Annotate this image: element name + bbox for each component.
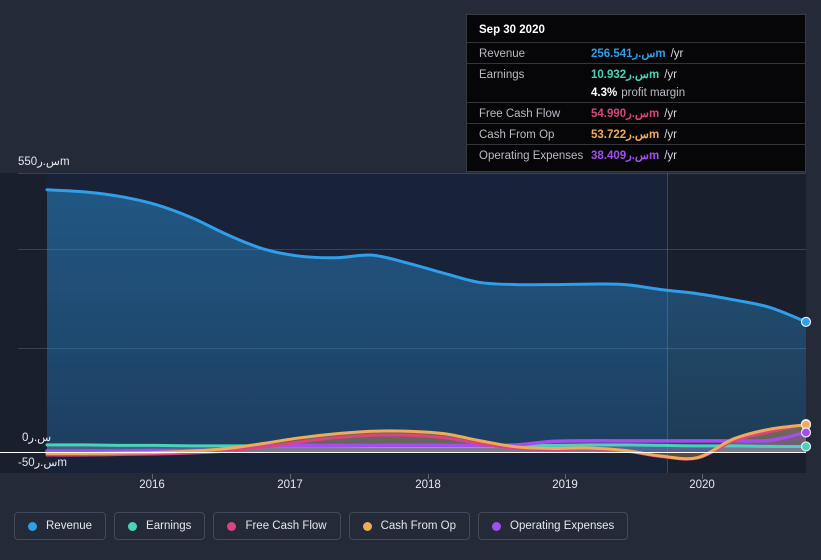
x-axis-label-2016: 2016	[139, 479, 165, 491]
tooltip-row: Operating Expenses 38.409س.رm/yr	[467, 144, 805, 165]
tooltip-row-label: Earnings	[479, 69, 525, 81]
legend-dot-icon	[28, 521, 37, 531]
legend-item-earnings[interactable]: Earnings	[114, 512, 206, 540]
tooltip-row-value: 10.932س.رm	[591, 69, 660, 81]
series-endpoint-markers	[800, 316, 812, 452]
tooltip-date: Sep 30 2020	[479, 24, 545, 36]
y-axis-label-top: 550س.رm	[18, 156, 70, 168]
legend-item-cash-from-op[interactable]: Cash From Op	[348, 512, 471, 540]
tooltip-row-label: Operating Expenses	[479, 150, 584, 162]
x-axis-label-2017: 2017	[277, 479, 303, 491]
tooltip-rows: Revenue 256.541س.رm/yr Earnings 10.932س.رm /…	[467, 42, 805, 165]
tooltip-row-label: Cash From Op	[479, 129, 555, 141]
tooltip-row-unit: /yr	[664, 69, 677, 81]
x-axis: 2016 2017 2018 2019 2020	[0, 474, 821, 500]
legend-item-label: Revenue	[46, 520, 93, 532]
chart-tooltip: Sep 30 2020 Revenue 256.541س.رm/yr Earning…	[466, 14, 806, 172]
tooltip-row-label: Revenue	[479, 48, 526, 60]
tooltip-row-submetric: 4.3% profit margin	[467, 84, 805, 102]
tooltip-row-value: 256.541س.رm	[591, 48, 666, 60]
tooltip-row: Free Cash Flow 54.990س.رm/yr	[467, 102, 805, 123]
chart-page: 550س.رm 0س.ر -50س.رm 2016 2017 2018 2019 202…	[0, 0, 821, 560]
endpoint-marker-earnings	[800, 441, 812, 452]
x-axis-label-2019: 2019	[552, 479, 578, 491]
legend-item-label: Free Cash Flow	[245, 520, 327, 532]
y-axis-label-zero: 0س.ر	[22, 432, 52, 444]
legend-item-label: Cash From Op	[380, 520, 457, 532]
tooltip-row-value: 38.409س.رm	[591, 150, 660, 162]
endpoint-marker-operating-expenses	[800, 427, 812, 438]
tooltip-row: Earnings 10.932س.رm/yr	[467, 63, 805, 84]
legend-dot-icon	[492, 521, 502, 531]
x-axis-label-2020: 2020	[689, 479, 715, 491]
legend-item-operating-expenses[interactable]: Operating Expenses	[478, 512, 629, 540]
tooltip-row-unit: /yr	[664, 129, 677, 141]
tooltip-row-label: Free Cash Flow	[479, 108, 561, 120]
tooltip-submetric-value: 4.3%	[591, 87, 618, 99]
tooltip-row: Cash From Op 53.722س.رm/yr	[467, 123, 805, 144]
legend-item-free-cash-flow[interactable]: Free Cash Flow	[213, 512, 341, 540]
tooltip-row-unit: /yr	[670, 48, 684, 60]
tooltip-row-value: 53.722س.رm	[591, 129, 660, 141]
x-axis-label-2018: 2018	[415, 479, 441, 491]
tooltip-submetric-label: profit margin	[621, 87, 686, 99]
legend-dot-icon	[227, 521, 237, 531]
tooltip-row: Revenue 256.541س.رm/yr	[467, 42, 805, 63]
legend-item-label: Earnings	[146, 520, 192, 532]
tooltip-row-unit: /yr	[664, 108, 677, 120]
tooltip-row-unit: /yr	[664, 150, 677, 162]
legend-dot-icon	[362, 521, 372, 531]
legend-item-label: Operating Expenses	[510, 520, 615, 532]
tooltip-row-value: 54.990س.رm	[591, 108, 660, 120]
legend-item-revenue[interactable]: Revenue	[14, 512, 107, 540]
chart-legend: Revenue Earnings Free Cash Flow Cash From O…	[14, 512, 629, 540]
legend-dot-icon	[128, 521, 138, 531]
y-axis-label-bottom: -50س.رm	[18, 457, 68, 469]
endpoint-marker-revenue	[800, 316, 812, 327]
